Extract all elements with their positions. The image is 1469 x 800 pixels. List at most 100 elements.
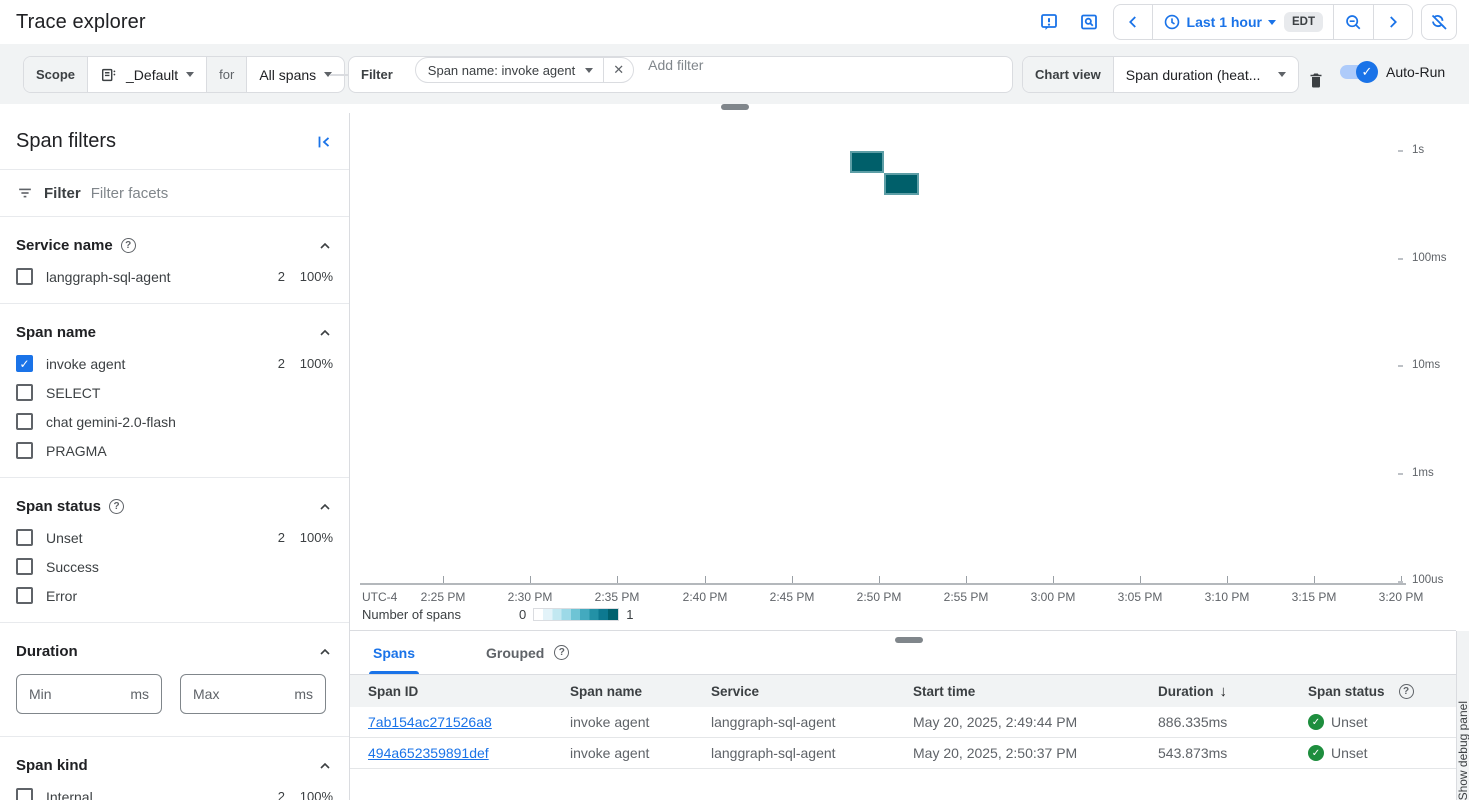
duration-unit: ms <box>294 686 313 702</box>
help-icon[interactable] <box>1399 684 1414 699</box>
zoom-out-button[interactable] <box>1333 5 1373 39</box>
duration-max-input[interactable] <box>193 686 283 702</box>
checkbox[interactable] <box>16 384 33 401</box>
zoom-disabled-button[interactable] <box>1421 4 1457 40</box>
chevron-up-icon[interactable] <box>317 499 333 515</box>
cell-service: langgraph-sql-agent <box>711 745 913 761</box>
y-tick <box>1398 365 1403 367</box>
clock-icon <box>1163 13 1181 31</box>
x-axis-label: 2:55 PM <box>944 590 989 604</box>
checkbox[interactable] <box>16 413 33 430</box>
help-icon[interactable] <box>109 499 124 514</box>
duration-max-field[interactable]: ms <box>180 674 326 714</box>
tab-grouped[interactable]: Grouped <box>478 631 552 674</box>
legend-min: 0 <box>519 607 526 622</box>
filter-bar: Filter Span name: invoke agent ✕ Add fil… <box>348 56 1013 93</box>
span-id-link[interactable]: 7ab154ac271526a8 <box>368 714 492 730</box>
heatmap-cell[interactable] <box>850 151 884 173</box>
y-axis-label: 1ms <box>1412 467 1434 479</box>
checkbox[interactable] <box>16 788 33 800</box>
facet-percent: 100% <box>285 356 333 371</box>
tab-label: Spans <box>373 645 415 661</box>
x-axis-label: 2:40 PM <box>683 590 728 604</box>
filter-funnel-icon <box>16 184 34 202</box>
scope-dropdown[interactable]: _Default <box>87 57 206 92</box>
facet-label: Internal <box>46 789 255 800</box>
x-tick <box>879 576 880 583</box>
table-row[interactable]: 494a652359891def invoke agent langgraph-… <box>350 738 1456 769</box>
chart-view-label: Chart view <box>1023 57 1113 92</box>
chevron-up-icon[interactable] <box>317 238 333 254</box>
spans-panel: Spans Grouped Span ID Span name Service … <box>350 630 1456 800</box>
chevron-up-icon[interactable] <box>317 758 333 774</box>
help-icon[interactable] <box>554 645 569 660</box>
cell-span-status: Unset <box>1308 745 1456 761</box>
chevron-right-icon <box>1384 13 1402 31</box>
chevron-up-icon[interactable] <box>317 644 333 660</box>
auto-run-toggle[interactable] <box>1340 65 1376 79</box>
feedback-button[interactable] <box>1033 6 1065 38</box>
panel-collapse-icon[interactable] <box>315 133 333 151</box>
cell-span-status: Unset <box>1308 714 1456 730</box>
checkbox[interactable] <box>16 442 33 459</box>
checkbox[interactable] <box>16 529 33 546</box>
trace-explorer-app: Trace explorer <box>0 0 1469 800</box>
legend-max: 1 <box>626 607 633 622</box>
screen-search-button[interactable] <box>1073 6 1105 38</box>
facet-item: SELECT <box>16 378 333 407</box>
duration-min-field[interactable]: ms <box>16 674 162 714</box>
col-duration[interactable]: Duration ↓ <box>1158 683 1308 700</box>
chart-view-control: Chart view Span duration (heat... <box>1022 56 1299 93</box>
checkbox[interactable] <box>16 268 33 285</box>
x-axis-label: 3:10 PM <box>1205 590 1250 604</box>
filter-chip[interactable]: Span name: invoke agent ✕ <box>415 57 634 83</box>
checkbox-checked[interactable] <box>16 355 33 372</box>
help-icon[interactable] <box>121 238 136 253</box>
delete-query-button[interactable] <box>1300 64 1332 96</box>
scope-icon <box>100 66 118 84</box>
checkbox[interactable] <box>16 587 33 604</box>
y-axis-label: 10ms <box>1412 359 1440 371</box>
col-start-time[interactable]: Start time <box>913 684 1158 699</box>
x-tick <box>530 576 531 583</box>
facet-filter-input[interactable]: Filter facets <box>91 185 169 202</box>
x-axis-label: 3:15 PM <box>1292 590 1337 604</box>
x-axis-label: 2:30 PM <box>508 590 553 604</box>
cell-duration: 886.335ms <box>1158 714 1308 730</box>
chevron-up-icon[interactable] <box>317 325 333 341</box>
facet-item: PRAGMA <box>16 436 333 465</box>
chevron-down-icon <box>585 68 593 73</box>
x-axis-label: 2:35 PM <box>595 590 640 604</box>
col-span-id[interactable]: Span ID <box>368 684 570 699</box>
show-debug-panel-tab[interactable]: Show debug panel <box>1456 631 1469 800</box>
status-label: Unset <box>1331 714 1368 730</box>
time-forward-button[interactable] <box>1373 5 1412 39</box>
toolbar-connector <box>330 74 350 76</box>
col-span-name[interactable]: Span name <box>570 684 711 699</box>
filter-chip-remove-button[interactable]: ✕ <box>603 58 633 82</box>
chart-view-value: Span duration (heat... <box>1126 67 1270 83</box>
horizontal-resize-handle[interactable] <box>721 104 749 110</box>
add-filter-input[interactable]: Add filter <box>648 57 703 92</box>
facet-percent: 100% <box>285 530 333 545</box>
cell-start-time: May 20, 2025, 2:50:37 PM <box>913 745 1158 761</box>
tab-spans[interactable]: Spans <box>365 631 423 674</box>
checkbox[interactable] <box>16 558 33 575</box>
time-range-selector[interactable]: Last 1 hour EDT <box>1152 5 1333 39</box>
header-actions: Last 1 hour EDT <box>1033 4 1457 40</box>
span-id-link[interactable]: 494a652359891def <box>368 745 489 761</box>
chart-view-dropdown[interactable]: Span duration (heat... <box>1113 57 1298 92</box>
close-icon: ✕ <box>613 62 624 78</box>
timezone-badge[interactable]: EDT <box>1284 12 1323 32</box>
duration-min-input[interactable] <box>29 686 119 702</box>
heatmap-cell[interactable] <box>884 173 919 195</box>
table-row[interactable]: 7ab154ac271526a8 invoke agent langgraph-… <box>350 707 1456 738</box>
time-back-button[interactable] <box>1114 5 1152 39</box>
section-title: Duration <box>16 643 78 660</box>
y-tick <box>1398 150 1403 152</box>
sidebar-title: Span filters <box>16 130 116 153</box>
col-service[interactable]: Service <box>711 684 913 699</box>
tab-label: Grouped <box>486 645 544 661</box>
y-axis-label: 1s <box>1412 144 1424 156</box>
col-span-status[interactable]: Span status <box>1308 684 1456 699</box>
